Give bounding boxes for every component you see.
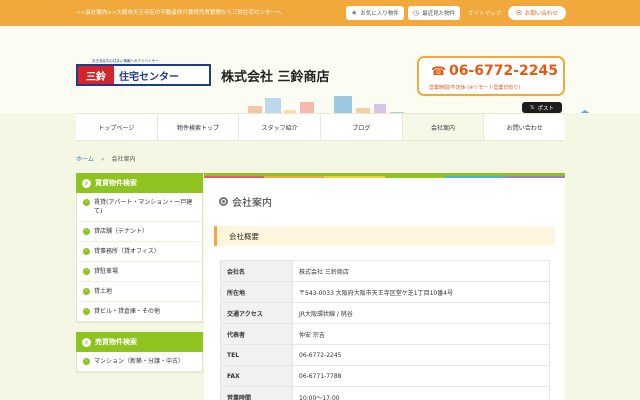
sidebar-item-label: 貸事務所（貸オフィス） <box>94 248 160 255</box>
arrow-right-icon: › <box>83 308 90 315</box>
sidebar-item-rental-other[interactable]: › 貸ビル・貸倉庫・その他 <box>77 302 202 322</box>
row-label: 代表者 <box>220 323 293 345</box>
sitemap-link[interactable]: サイトマップ <box>468 9 501 17</box>
table-row: 交通アクセス JR大阪環状線 / 桃谷 <box>220 302 550 324</box>
rent-search-title: 賃貸物件検索 <box>95 179 137 187</box>
x-post-label: ポスト <box>537 105 554 112</box>
nav-item-contact[interactable]: お問い合わせ <box>483 114 565 140</box>
table-row: 営業時間 10:00～17:00 <box>220 386 550 400</box>
favorites-button[interactable]: ★ お気に入り物件 <box>346 6 404 20</box>
sidebar-item-rental-housing[interactable]: › 賃貸(アパート・マンション・一戸建て) <box>77 193 202 222</box>
row-label: 交通アクセス <box>220 302 293 324</box>
row-value: JR大阪環状線 / 桃谷 <box>292 302 550 324</box>
row-value: 株式会社 三鈴商店 <box>292 260 550 282</box>
table-row: 会社名 株式会社 三鈴商店 <box>220 260 550 282</box>
arrow-right-icon: › <box>83 228 90 235</box>
rent-search-list: › 賃貸(アパート・マンション・一戸建て) › 貸店舗（テナント） › 貸事務所（貸オ… <box>76 193 203 323</box>
sale-search-title: 売買物件検索 <box>95 338 137 346</box>
row-value: 10:00～17:00 <box>292 386 550 400</box>
sidebar-item-rental-land[interactable]: › 貸土地 <box>77 282 202 302</box>
sidebar-item-rental-office[interactable]: › 貸事務所（貸オフィス） <box>77 242 202 262</box>
sidebar-item-label: 貸店舗（テナント） <box>94 228 149 235</box>
row-label: FAX <box>220 365 293 387</box>
phone-number-text: 06-6772-2245 <box>448 63 558 79</box>
sidebar-item-label: 賃貸(アパート・マンション・一戸建て) <box>94 199 193 215</box>
row-label: TEL <box>220 344 293 366</box>
table-row: 代表者 仲安 宗吉 <box>220 323 550 345</box>
row-label: 会社名 <box>220 260 293 282</box>
nav-item-top[interactable]: トップページ <box>76 114 157 140</box>
arrow-right-icon: › <box>83 288 90 295</box>
table-row: FAX 06-6771-7788 <box>220 365 550 387</box>
favorites-label: お気に入り物件 <box>360 11 399 17</box>
star-icon: ★ <box>351 9 358 17</box>
row-label: 営業時間 <box>220 386 293 400</box>
sidebar-item-rental-parking[interactable]: › 貸駐車場 <box>77 262 202 282</box>
bullet-circle-icon <box>219 197 228 206</box>
sidebar-item-label: マンション（新築・分譲・中古） <box>94 358 185 365</box>
nav-item-search[interactable]: 物件検索トップ <box>156 114 239 140</box>
phone-icon: ☎ <box>431 64 446 78</box>
sidebar-item-label: 貸駐車場 <box>94 268 119 275</box>
rainbow-divider <box>204 176 565 178</box>
recent-button[interactable]: ◷ 最近見た物件 <box>408 6 461 20</box>
x-post-button[interactable]: 𝕏 ポスト <box>522 102 562 113</box>
page-title-text: 会社案内 <box>232 198 272 209</box>
contact-button[interactable]: ✉ お問い合わせ <box>508 6 566 20</box>
nav-item-blog[interactable]: ブログ <box>320 114 402 140</box>
phone-number: ☎ 06-6772-2245 <box>431 63 558 79</box>
logo-mark-red: 三鈴 <box>78 66 114 84</box>
company-info-table: 会社名 株式会社 三鈴商店 所在地 〒543-0033 大阪府大阪市天王寺区堂ケ芝1… <box>220 260 550 400</box>
breadcrumb-separator: » <box>100 156 105 163</box>
sidebar-item-sale-mansion[interactable]: › マンション（新築・分譲・中古） <box>77 352 202 372</box>
row-value: 仲安 宗吉 <box>292 323 550 345</box>
arrow-right-icon: › <box>83 358 90 365</box>
recent-label: 最近見た物件 <box>422 11 456 17</box>
contact-label: お問い合わせ <box>524 11 558 17</box>
row-value: 06-6772-2245 <box>292 344 550 366</box>
phone-box[interactable]: ☎ 06-6772-2245 営業時間/不定休 (※リモート営業日有り) <box>417 56 565 96</box>
sale-search-list: › マンション（新築・分譲・中古） <box>76 352 203 373</box>
table-row: 所在地 〒543-0033 大阪府大阪市天王寺区堂ケ芝1丁目10番4号 <box>220 281 550 303</box>
arrow-right-icon: › <box>83 199 90 206</box>
row-value: 〒543-0033 大阪府大阪市天王寺区堂ケ芝1丁目10番4号 <box>292 281 550 303</box>
top-bar: <<会社案内>>大阪市天王寺区の不動産仲介賃貸売買管理なら三鈴住宅センターへ ★… <box>0 0 640 26</box>
site-logo[interactable]: 三鈴 住宅センター <box>76 64 211 86</box>
clock-icon: ◷ <box>413 9 420 17</box>
breadcrumb-current: 会社案内 <box>111 156 136 163</box>
row-label: 所在地 <box>220 281 293 303</box>
rent-search-heading: ⌕ 賃貸物件検索 <box>76 173 203 193</box>
global-nav: トップページ 物件検索トップ スタッフ紹介 ブログ 会社案内 お問い合わせ <box>76 113 565 141</box>
section-heading: 会社概要 <box>214 226 555 246</box>
nav-item-company[interactable]: 会社案内 <box>401 114 484 140</box>
header: 天王寺区中心住まい情報へのアドバイザー 三鈴 住宅センター 株式会社 三鈴商店 … <box>0 26 640 113</box>
search-icon: ⌕ <box>82 337 91 347</box>
company-name: 株式会社 三鈴商店 <box>221 70 330 85</box>
breadcrumb-home[interactable]: ホーム <box>76 156 94 163</box>
arrow-right-icon: › <box>83 248 90 255</box>
mail-icon: ✉ <box>516 9 522 17</box>
sidebar-item-rental-shop[interactable]: › 貸店舗（テナント） <box>77 222 202 242</box>
table-row: TEL 06-6772-2245 <box>220 344 550 366</box>
sale-search-heading: ⌕ 売買物件検索 <box>76 332 203 352</box>
logo-mark-blue: 住宅センター <box>119 71 179 83</box>
breadcrumb: ホーム » 会社案内 <box>76 154 136 163</box>
nav-item-staff[interactable]: スタッフ紹介 <box>238 114 320 140</box>
main-content: 会社案内 会社概要 会社名 株式会社 三鈴商店 所在地 〒543-0033 大阪府大… <box>204 173 565 400</box>
page-title: 会社案内 <box>219 194 272 209</box>
sidebar-item-label: 貸ビル・貸倉庫・その他 <box>94 308 161 315</box>
business-hours: 営業時間/不定休 (※リモート営業日有り) <box>429 85 521 91</box>
x-icon: 𝕏 <box>530 104 535 111</box>
sidebar-item-label: 貸土地 <box>94 288 113 295</box>
site-tagline: <<会社案内>>大阪市天王寺区の不動産仲介賃貸売買管理なら三鈴住宅センターへ <box>76 10 282 16</box>
row-value: 06-6771-7788 <box>292 365 550 387</box>
search-icon: ⌕ <box>82 178 91 188</box>
sidebar: ⌕ 賃貸物件検索 › 賃貸(アパート・マンション・一戸建て) › 貸店舗（テナント）… <box>76 173 203 373</box>
arrow-right-icon: › <box>83 268 90 275</box>
